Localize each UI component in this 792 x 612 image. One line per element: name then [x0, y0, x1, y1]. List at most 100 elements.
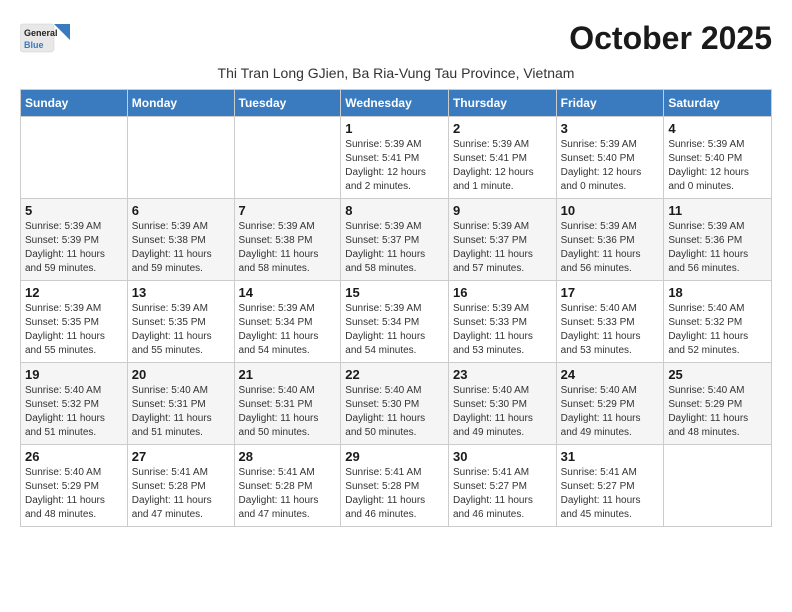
day-info: Sunrise: 5:39 AMSunset: 5:35 PMDaylight:… [132, 302, 230, 358]
day-info: Sunrise: 5:39 AMSunset: 5:37 PMDaylight:… [453, 220, 552, 276]
day-info: Sunrise: 5:39 AMSunset: 5:41 PMDaylight:… [453, 138, 552, 194]
day-number: 10 [561, 203, 660, 218]
day-info: Sunrise: 5:40 AMSunset: 5:29 PMDaylight:… [561, 384, 660, 440]
day-cell: 30 Sunrise: 5:41 AMSunset: 5:27 PMDayligh… [448, 445, 556, 527]
day-number: 30 [453, 449, 552, 464]
day-info: Sunrise: 5:39 AMSunset: 5:36 PMDaylight:… [561, 220, 660, 276]
subtitle: Thi Tran Long GJien, Ba Ria-Vung Tau Pro… [20, 65, 772, 81]
header: General Blue October 2025 [20, 20, 772, 57]
week-row-5: 26 Sunrise: 5:40 AMSunset: 5:29 PMDayligh… [21, 445, 772, 527]
day-info: Sunrise: 5:41 AMSunset: 5:27 PMDaylight:… [561, 466, 660, 522]
day-cell: 7 Sunrise: 5:39 AMSunset: 5:38 PMDaylight… [234, 199, 341, 281]
day-cell: 28Sunrise: 5:41 AMSunset: 5:28 PMDayligh… [234, 445, 341, 527]
day-number: 11 [668, 203, 767, 218]
day-number: 15 [345, 285, 444, 300]
day-info: Sunrise: 5:39 AMSunset: 5:34 PMDaylight:… [345, 302, 444, 358]
day-cell [664, 445, 772, 527]
day-cell: 22Sunrise: 5:40 AMSunset: 5:30 PMDayligh… [341, 363, 449, 445]
day-number: 16 [453, 285, 552, 300]
day-number: 3 [561, 121, 660, 136]
day-info: Sunrise: 5:41 AMSunset: 5:28 PMDaylight:… [345, 466, 444, 522]
day-info: Sunrise: 5:40 AMSunset: 5:33 PMDaylight:… [561, 302, 660, 358]
col-monday: Monday [127, 90, 234, 117]
day-number: 25 [668, 367, 767, 382]
month-title: October 2025 [569, 20, 772, 57]
week-row-4: 19Sunrise: 5:40 AMSunset: 5:32 PMDayligh… [21, 363, 772, 445]
day-cell: 6 Sunrise: 5:39 AMSunset: 5:38 PMDaylight… [127, 199, 234, 281]
day-number: 19 [25, 367, 123, 382]
day-cell: 14Sunrise: 5:39 AMSunset: 5:34 PMDayligh… [234, 281, 341, 363]
day-info: Sunrise: 5:40 AMSunset: 5:30 PMDaylight:… [453, 384, 552, 440]
day-cell: 4Sunrise: 5:39 AMSunset: 5:40 PMDaylight… [664, 117, 772, 199]
day-number: 20 [132, 367, 230, 382]
day-cell: 24 Sunrise: 5:40 AMSunset: 5:29 PMDayligh… [556, 363, 664, 445]
day-cell: 11Sunrise: 5:39 AMSunset: 5:36 PMDayligh… [664, 199, 772, 281]
day-number: 9 [453, 203, 552, 218]
day-cell [127, 117, 234, 199]
day-cell: 19Sunrise: 5:40 AMSunset: 5:32 PMDayligh… [21, 363, 128, 445]
day-number: 31 [561, 449, 660, 464]
day-cell: 21 Sunrise: 5:40 AMSunset: 5:31 PMDayligh… [234, 363, 341, 445]
logo-icon: General Blue [20, 20, 70, 56]
day-number: 29 [345, 449, 444, 464]
day-cell [234, 117, 341, 199]
day-cell: 9 Sunrise: 5:39 AMSunset: 5:37 PMDaylight… [448, 199, 556, 281]
day-cell: 12Sunrise: 5:39 AMSunset: 5:35 PMDayligh… [21, 281, 128, 363]
day-number: 2 [453, 121, 552, 136]
day-info: Sunrise: 5:39 AMSunset: 5:33 PMDaylight:… [453, 302, 552, 358]
day-info: Sunrise: 5:40 AMSunset: 5:31 PMDaylight:… [132, 384, 230, 440]
day-info: Sunrise: 5:40 AMSunset: 5:32 PMDaylight:… [668, 302, 767, 358]
day-number: 24 [561, 367, 660, 382]
calendar-page: General Blue October 2025 Thi Tran Long … [20, 20, 772, 527]
day-info: Sunrise: 5:41 AMSunset: 5:27 PMDaylight:… [453, 466, 552, 522]
day-number: 8 [345, 203, 444, 218]
day-number: 14 [239, 285, 337, 300]
day-cell [21, 117, 128, 199]
day-cell: 23 Sunrise: 5:40 AMSunset: 5:30 PMDayligh… [448, 363, 556, 445]
day-cell: 27 Sunrise: 5:41 AMSunset: 5:28 PMDayligh… [127, 445, 234, 527]
day-number: 12 [25, 285, 123, 300]
day-info: Sunrise: 5:39 AMSunset: 5:40 PMDaylight:… [561, 138, 660, 194]
col-sunday: Sunday [21, 90, 128, 117]
day-number: 5 [25, 203, 123, 218]
day-cell: 25 Sunrise: 5:40 AMSunset: 5:29 PMDayligh… [664, 363, 772, 445]
day-info: Sunrise: 5:41 AMSunset: 5:28 PMDaylight:… [132, 466, 230, 522]
logo: General Blue [20, 20, 74, 56]
day-info: Sunrise: 5:41 AMSunset: 5:28 PMDaylight:… [239, 466, 337, 522]
day-cell: 18 Sunrise: 5:40 AMSunset: 5:32 PMDayligh… [664, 281, 772, 363]
day-cell: 5 Sunrise: 5:39 AMSunset: 5:39 PMDaylight… [21, 199, 128, 281]
day-info: Sunrise: 5:39 AMSunset: 5:39 PMDaylight:… [25, 220, 123, 276]
day-cell: 16 Sunrise: 5:39 AMSunset: 5:33 PMDayligh… [448, 281, 556, 363]
day-number: 21 [239, 367, 337, 382]
day-number: 26 [25, 449, 123, 464]
day-cell: 1Sunrise: 5:39 AMSunset: 5:41 PMDaylight… [341, 117, 449, 199]
day-number: 27 [132, 449, 230, 464]
day-number: 6 [132, 203, 230, 218]
day-number: 7 [239, 203, 337, 218]
col-thursday: Thursday [448, 90, 556, 117]
day-number: 13 [132, 285, 230, 300]
day-cell: 17Sunrise: 5:40 AMSunset: 5:33 PMDayligh… [556, 281, 664, 363]
day-number: 23 [453, 367, 552, 382]
day-cell: 3 Sunrise: 5:39 AMSunset: 5:40 PMDaylight… [556, 117, 664, 199]
day-cell: 10 Sunrise: 5:39 AMSunset: 5:36 PMDayligh… [556, 199, 664, 281]
header-row: Sunday Monday Tuesday Wednesday Thursday… [21, 90, 772, 117]
day-info: Sunrise: 5:40 AMSunset: 5:30 PMDaylight:… [345, 384, 444, 440]
day-info: Sunrise: 5:40 AMSunset: 5:29 PMDaylight:… [25, 466, 123, 522]
calendar-table: Sunday Monday Tuesday Wednesday Thursday… [20, 89, 772, 527]
day-info: Sunrise: 5:40 AMSunset: 5:31 PMDaylight:… [239, 384, 337, 440]
day-cell: 15 Sunrise: 5:39 AMSunset: 5:34 PMDayligh… [341, 281, 449, 363]
svg-text:Blue: Blue [24, 40, 44, 50]
day-number: 1 [345, 121, 444, 136]
week-row-2: 5 Sunrise: 5:39 AMSunset: 5:39 PMDaylight… [21, 199, 772, 281]
week-row-3: 12 Sunrise: 5:39 AMSunset: 5:35 PMDayligh… [21, 281, 772, 363]
day-number: 18 [668, 285, 767, 300]
col-tuesday: Tuesday [234, 90, 341, 117]
day-info: Sunrise: 5:40 AMSunset: 5:29 PMDaylight:… [668, 384, 767, 440]
day-info: Sunrise: 5:39 AMSunset: 5:38 PMDaylight:… [239, 220, 337, 276]
col-friday: Friday [556, 90, 664, 117]
day-cell: 8Sunrise: 5:39 AMSunset: 5:37 PMDaylight… [341, 199, 449, 281]
day-cell: 31 Sunrise: 5:41 AMSunset: 5:27 PMDayligh… [556, 445, 664, 527]
day-info: Sunrise: 5:39 AMSunset: 5:38 PMDaylight:… [132, 220, 230, 276]
svg-text:General: General [24, 28, 58, 38]
